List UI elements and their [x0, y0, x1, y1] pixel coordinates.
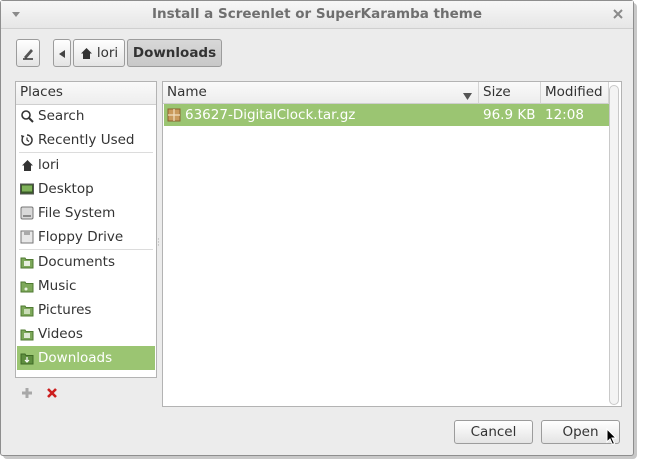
place-videos[interactable]: Videos: [17, 322, 155, 346]
path-downloads-button[interactable]: Downloads: [127, 39, 222, 67]
column-header-modified[interactable]: Modified: [541, 82, 609, 104]
window-title: Install a Screenlet or SuperKaramba them…: [151, 6, 482, 22]
file-chooser-dialog: Install a Screenlet or SuperKaramba them…: [0, 0, 634, 456]
title-bar[interactable]: Install a Screenlet or SuperKaramba them…: [1, 1, 633, 29]
place-file-system[interactable]: File System: [17, 201, 155, 225]
place-label: Recently Used: [38, 132, 135, 148]
column-modified-label: Modified: [545, 84, 603, 100]
cancel-button[interactable]: Cancel: [454, 420, 533, 444]
column-name-label: Name: [167, 84, 207, 100]
place-label: Floppy Drive: [38, 229, 124, 245]
file-list-panel: Name Size Modified 63627-DigitalClock.ta…: [162, 81, 622, 407]
remove-bookmark-icon[interactable]: [46, 387, 58, 403]
column-header-name[interactable]: Name: [163, 82, 479, 104]
folder-icon: [20, 255, 34, 269]
vertical-scrollbar[interactable]: [609, 85, 619, 405]
path-current-label: Downloads: [132, 45, 217, 61]
place-downloads[interactable]: Downloads: [17, 346, 155, 370]
place-pictures[interactable]: Pictures: [17, 298, 155, 322]
places-header: Places: [16, 82, 156, 105]
path-home-label: lori: [96, 45, 119, 61]
pencil-icon: [21, 46, 35, 64]
place-label: Pictures: [38, 302, 92, 318]
path-home-button[interactable]: lori: [73, 39, 125, 67]
place-label: lori: [38, 157, 60, 173]
close-icon[interactable]: [611, 7, 625, 21]
column-header-size[interactable]: Size: [479, 82, 541, 104]
file-size: 96.9 KB: [483, 107, 536, 123]
folder-icon: [20, 327, 34, 341]
pane-splitter[interactable]: · · ·: [157, 236, 160, 251]
place-label: Desktop: [38, 181, 94, 197]
place-home[interactable]: lori: [17, 153, 155, 177]
place-label: Music: [38, 278, 77, 294]
path-back-button[interactable]: [53, 39, 71, 67]
file-modified: 12:08: [545, 107, 584, 123]
folder-icon: [20, 279, 34, 293]
archive-icon: [167, 108, 181, 126]
drive-icon: [20, 206, 34, 220]
search-icon: [20, 109, 34, 123]
open-label: Open: [562, 424, 599, 440]
place-desktop[interactable]: Desktop: [17, 177, 155, 201]
place-music[interactable]: Music: [17, 274, 155, 298]
cancel-label: Cancel: [470, 424, 517, 440]
floppy-icon: [20, 230, 34, 244]
add-bookmark-icon[interactable]: [21, 387, 33, 403]
place-label: Search: [38, 108, 85, 124]
edit-location-button[interactable]: [16, 39, 40, 67]
home-icon: [20, 158, 34, 172]
place-label: Documents: [38, 254, 115, 270]
place-floppy-drive[interactable]: Floppy Drive: [17, 225, 155, 249]
home-icon: [80, 47, 93, 60]
place-label: File System: [38, 205, 116, 221]
mouse-cursor-icon: [606, 427, 618, 450]
desktop-icon: [20, 182, 34, 196]
place-search[interactable]: Search: [17, 104, 155, 128]
places-panel: Places Search Recently Used lori Desktop…: [15, 81, 157, 378]
table-row[interactable]: 63627-DigitalClock.tar.gz 96.9 KB 12:08: [164, 104, 609, 126]
column-size-label: Size: [483, 84, 511, 100]
place-documents[interactable]: Documents: [17, 250, 155, 274]
folder-icon: [20, 303, 34, 317]
file-name: 63627-DigitalClock.tar.gz: [185, 107, 356, 123]
place-label: Videos: [38, 326, 83, 342]
place-recently-used[interactable]: Recently Used: [17, 128, 155, 152]
arrow-left-icon: [57, 48, 67, 63]
place-label: Downloads: [38, 350, 113, 366]
recent-icon: [20, 133, 34, 147]
folder-icon: [20, 351, 34, 365]
